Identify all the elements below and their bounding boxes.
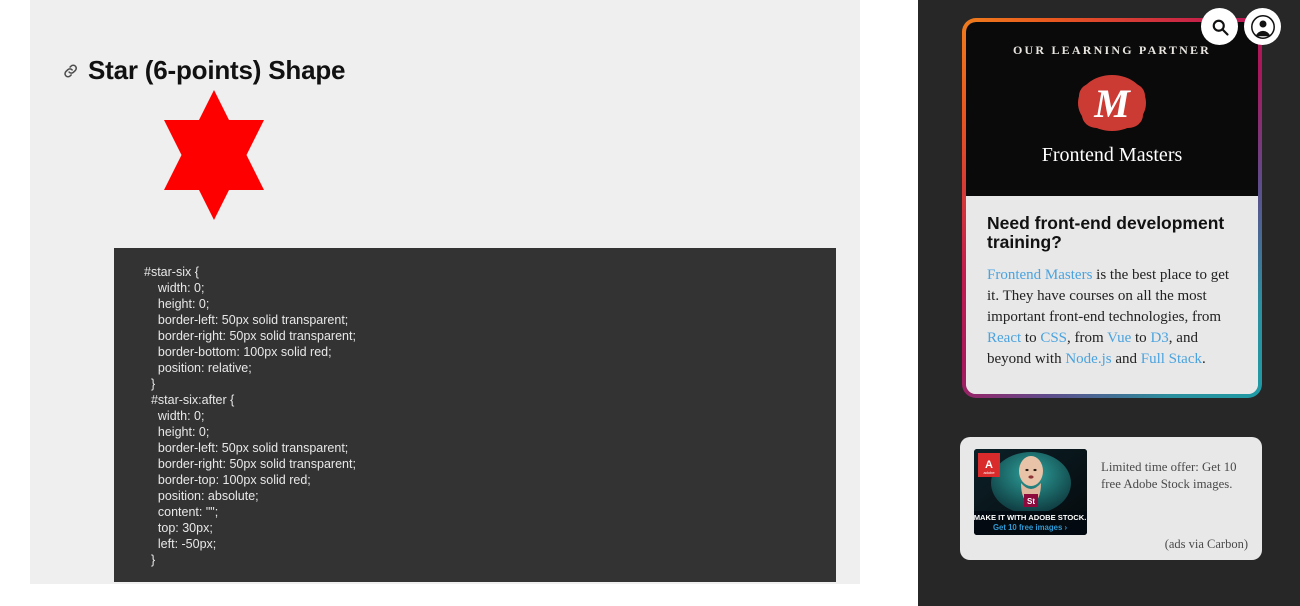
six-pointed-star-shape bbox=[164, 90, 264, 220]
svg-text:St: St bbox=[1027, 497, 1035, 506]
main-content-area: Star (6-points) Shape #star-six { width:… bbox=[30, 0, 860, 584]
carbon-ad-copy[interactable]: Limited time offer: Get 10 free Adobe St… bbox=[1101, 449, 1248, 535]
frontend-masters-ad-card[interactable]: OUR LEARNING PARTNER M Frontend Masters bbox=[962, 18, 1262, 398]
adobe-stock-ad-image[interactable]: A adobe St MAKE IT WITH ADOBE STOCK. Get… bbox=[974, 449, 1087, 535]
star-shape-demo bbox=[114, 90, 314, 230]
fm-ad-link[interactable]: Full Stack bbox=[1141, 351, 1202, 367]
fm-ad-kicker: OUR LEARNING PARTNER bbox=[1012, 43, 1212, 57]
fm-ad-text-run: . bbox=[1202, 351, 1206, 367]
svg-text:MAKE IT WITH ADOBE STOCK.: MAKE IT WITH ADOBE STOCK. bbox=[974, 513, 1086, 522]
fm-ad-header: OUR LEARNING PARTNER M Frontend Masters bbox=[966, 22, 1258, 196]
fm-ad-brand: Frontend Masters bbox=[1041, 144, 1183, 166]
page-root: Star (6-points) Shape #star-six { width:… bbox=[0, 0, 1300, 606]
fm-ad-text-run: and bbox=[1111, 351, 1141, 367]
carbon-ad-credit: (ads via Carbon) bbox=[1164, 537, 1248, 551]
fm-ad-text-run: to bbox=[1131, 330, 1151, 346]
page-title: Star (6-points) Shape bbox=[88, 55, 346, 86]
fm-ad-link[interactable]: Frontend Masters bbox=[987, 267, 1092, 283]
svg-text:Get 10 free images ›: Get 10 free images › bbox=[993, 523, 1068, 532]
carbon-ad-row: A adobe St MAKE IT WITH ADOBE STOCK. Get… bbox=[974, 449, 1248, 535]
fm-ad-link[interactable]: D3 bbox=[1150, 330, 1168, 346]
carbon-ad-card[interactable]: A adobe St MAKE IT WITH ADOBE STOCK. Get… bbox=[960, 437, 1262, 560]
fm-ad-link[interactable]: CSS bbox=[1040, 330, 1067, 346]
account-button[interactable] bbox=[1244, 8, 1281, 45]
search-button[interactable] bbox=[1201, 8, 1238, 45]
fm-ad-link[interactable]: Node.js bbox=[1065, 351, 1111, 367]
code-snippet: #star-six { width: 0; height: 0; border-… bbox=[144, 265, 356, 567]
svg-text:adobe: adobe bbox=[983, 470, 995, 475]
fm-ad-inner: OUR LEARNING PARTNER M Frontend Masters bbox=[966, 22, 1258, 394]
search-icon bbox=[1210, 17, 1230, 37]
user-account-icon bbox=[1250, 14, 1275, 39]
top-icon-bar bbox=[1201, 8, 1281, 45]
link-icon[interactable] bbox=[62, 62, 80, 80]
fm-ad-text-run: to bbox=[1021, 330, 1041, 346]
frontend-masters-m-logo-icon: M bbox=[1073, 70, 1151, 136]
sidebar: OUR LEARNING PARTNER M Frontend Masters bbox=[918, 0, 1300, 606]
fm-ad-body: Need front-end development training? Fro… bbox=[966, 196, 1258, 394]
fm-ad-text: Frontend Masters is the best place to ge… bbox=[987, 265, 1237, 370]
fm-ad-link[interactable]: Vue bbox=[1107, 330, 1131, 346]
svg-text:M: M bbox=[1093, 81, 1131, 126]
fm-ad-link[interactable]: React bbox=[987, 330, 1021, 346]
fm-ad-heading: Need front-end development training? bbox=[987, 213, 1225, 252]
code-block: #star-six { width: 0; height: 0; border-… bbox=[114, 248, 836, 582]
fm-ad-text-run: , from bbox=[1067, 330, 1108, 346]
